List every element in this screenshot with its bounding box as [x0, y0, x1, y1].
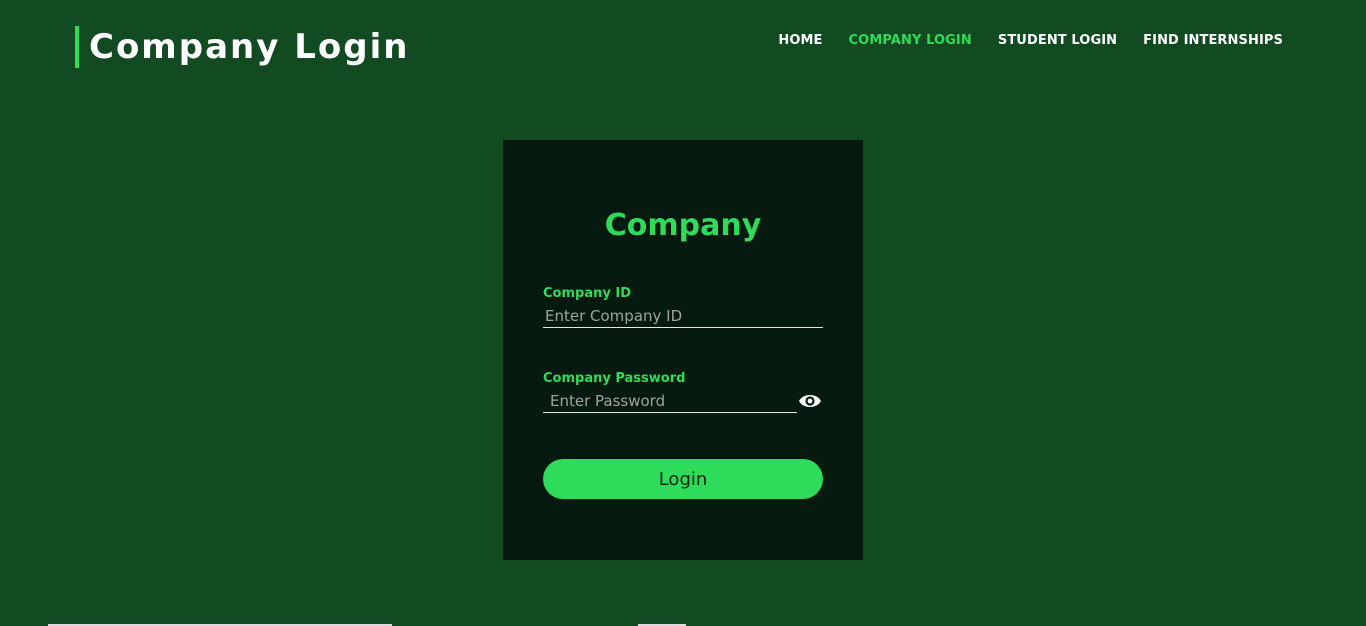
nav-link-company-login[interactable]: COMPANY LOGIN [849, 33, 972, 48]
login-card-title: Company [604, 208, 762, 243]
company-id-input[interactable] [543, 304, 823, 328]
company-password-label: Company Password [543, 371, 686, 386]
main-nav: HOME COMPANY LOGIN STUDENT LOGIN FIND IN… [778, 33, 1283, 48]
nav-link-student-login[interactable]: STUDENT LOGIN [998, 33, 1117, 48]
company-password-input[interactable] [543, 389, 797, 413]
company-id-label: Company ID [543, 286, 631, 301]
nav-link-find-internships[interactable]: FIND INTERNSHIPS [1143, 33, 1283, 48]
eye-icon[interactable] [798, 391, 822, 411]
brand-header: Company Login [75, 26, 409, 68]
page-title: Company Login [89, 27, 410, 67]
nav-link-home[interactable]: HOME [778, 33, 822, 48]
login-button[interactable]: Login [543, 459, 823, 499]
